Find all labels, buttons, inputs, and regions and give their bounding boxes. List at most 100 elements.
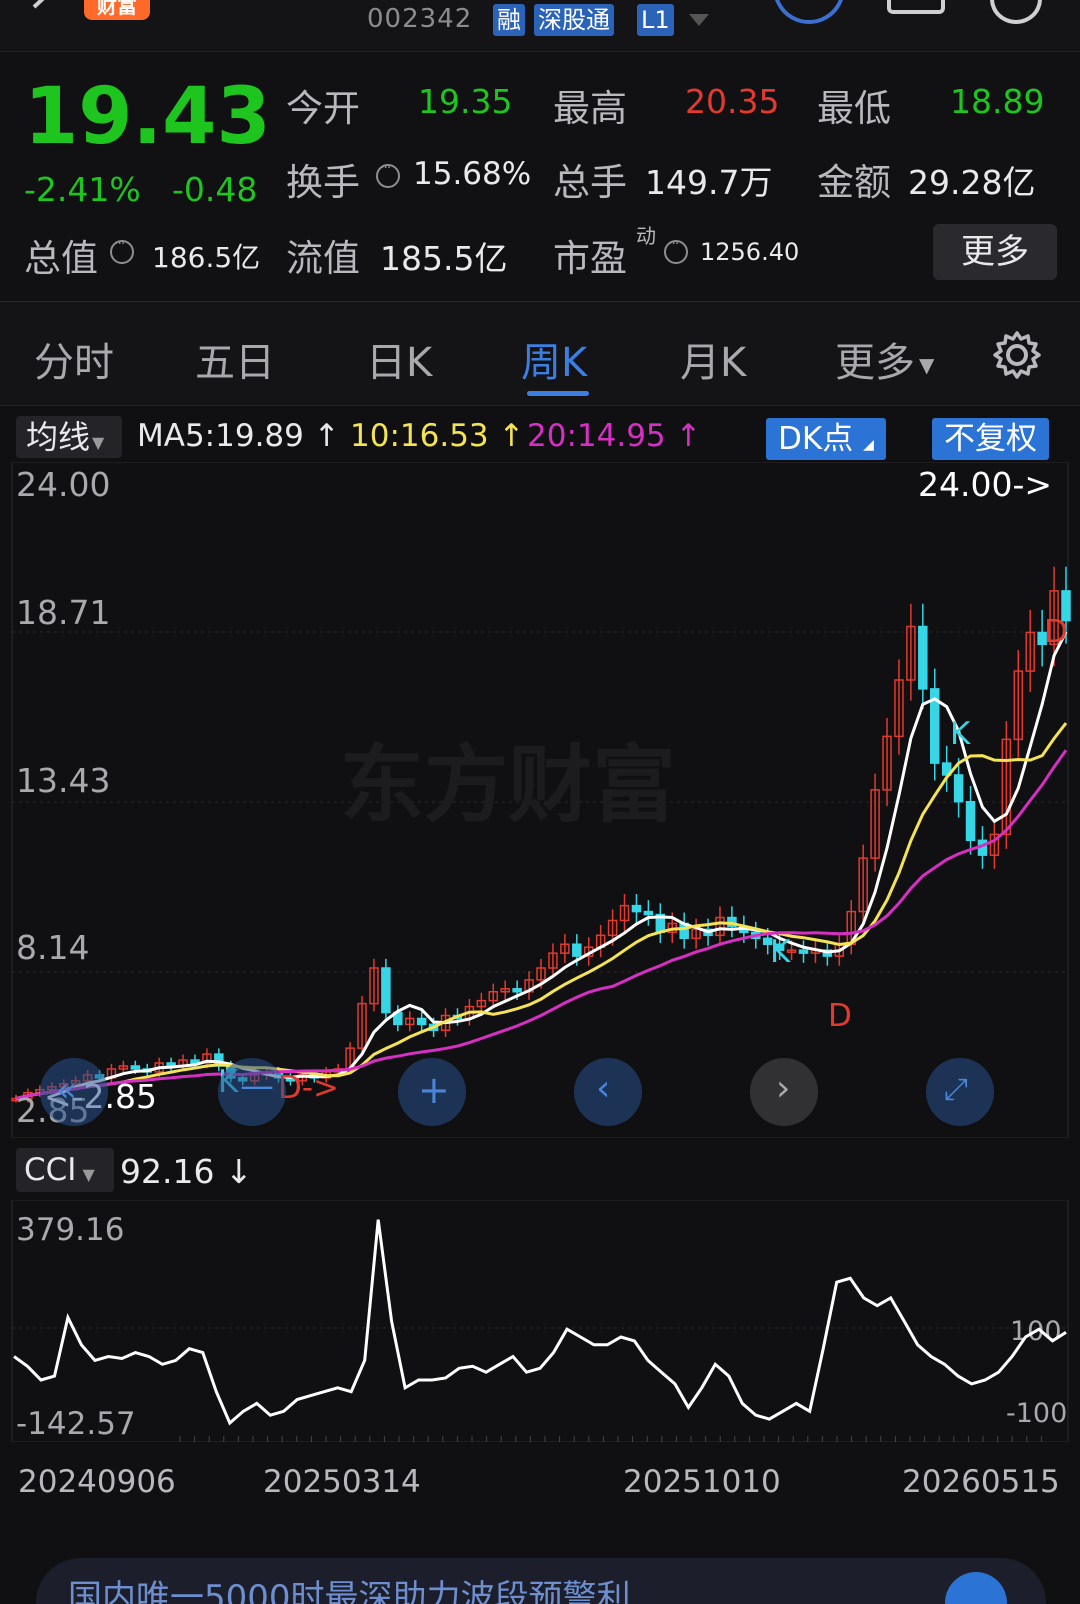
fast-back-button[interactable]: « bbox=[40, 1058, 108, 1126]
brand-badge[interactable]: 财富 bbox=[84, 0, 150, 20]
candle-body bbox=[130, 1065, 141, 1070]
info-icon[interactable] bbox=[376, 160, 400, 188]
change-amount: -0.48 bbox=[172, 170, 258, 209]
high-value: 20.35 bbox=[685, 82, 780, 121]
ma10-text: 10:16.53 bbox=[350, 418, 489, 454]
back-arrow-icon[interactable] bbox=[26, 0, 56, 22]
ma20-text: 20:14.95 bbox=[527, 418, 666, 454]
zoom-in-button[interactable]: + bbox=[398, 1058, 466, 1126]
quote-panel: 19.43 -2.41% -0.48 今开 19.35 最高 20.35 最低 … bbox=[0, 52, 1080, 302]
candle-body bbox=[381, 967, 391, 1014]
tab-five-day[interactable]: 五日 bbox=[195, 330, 275, 388]
market-cap-label: 总值 bbox=[24, 237, 98, 280]
tab-more-label: 更多 bbox=[835, 340, 915, 386]
candle-body bbox=[631, 904, 642, 913]
minus-icon: — bbox=[240, 1066, 274, 1106]
low-value: 18.89 bbox=[950, 82, 1045, 121]
stock-code: 002342 bbox=[367, 4, 473, 34]
margin-tag: 融 bbox=[493, 4, 525, 36]
high-label: 最高 bbox=[553, 87, 627, 130]
chevron-right-icon: › bbox=[776, 1068, 791, 1109]
candle-body bbox=[416, 1017, 427, 1026]
cci-indicator-select[interactable]: CCI ▼ bbox=[16, 1148, 114, 1192]
expand-icon: ⤢ bbox=[944, 1072, 968, 1107]
date-label: 20240906 bbox=[18, 1464, 176, 1500]
indicator-select[interactable]: 均线 ▼ bbox=[16, 416, 122, 458]
period-tabs: 分时 五日 日K 周K 月K 更多 ▼ bbox=[0, 302, 1080, 406]
ma10-value: 10:16.53 ↑ bbox=[350, 418, 524, 454]
caret-down-icon: ▼ bbox=[82, 1165, 95, 1184]
pe-label: 市盈 bbox=[553, 237, 627, 280]
candle-body bbox=[512, 988, 522, 993]
fullscreen-button[interactable]: ⤢ bbox=[926, 1058, 994, 1126]
tab-daily-k[interactable]: 日K bbox=[366, 330, 432, 388]
cci-axis-label: -100 bbox=[1006, 1398, 1067, 1429]
date-label: 20250314 bbox=[263, 1464, 421, 1500]
open-value: 19.35 bbox=[418, 82, 513, 121]
dk-marker-k: K bbox=[950, 716, 971, 752]
scroll-left-button[interactable]: ‹ bbox=[574, 1058, 642, 1126]
watermark: 东方财富 bbox=[340, 736, 676, 834]
dk-marker-k: K bbox=[770, 934, 791, 970]
dk-point-button[interactable]: DK点 ◢ bbox=[766, 418, 886, 460]
tab-more[interactable]: 更多 ▼ bbox=[835, 330, 934, 388]
float-cap-label: 流值 bbox=[286, 237, 360, 280]
ma5-value: MA5:19.89 ↑ bbox=[137, 418, 340, 454]
info-icon[interactable] bbox=[664, 236, 688, 264]
volume-value: 149.7万 bbox=[645, 163, 773, 202]
arrow-down-icon: ↓ bbox=[224, 1152, 253, 1191]
date-axis: 20240906 20250314 20251010 20260515 bbox=[0, 1442, 1080, 1512]
tab-weekly-k[interactable]: 周K bbox=[521, 330, 587, 388]
caret-down-icon: ▼ bbox=[92, 433, 105, 452]
turnover-value: 15.68% bbox=[413, 156, 532, 192]
promo-banner[interactable]: 国内唯一5000时最深助力波段预警利 bbox=[0, 1512, 1080, 1604]
kline-chart[interactable]: 东方财富 24.00 18.71 13.43 8.14 2.85 24.00->… bbox=[0, 462, 1080, 1138]
message-icon[interactable] bbox=[887, 0, 945, 14]
current-price: 19.43 bbox=[24, 72, 271, 162]
amount-label: 金额 bbox=[817, 161, 891, 204]
turnover-label: 换手 bbox=[286, 161, 360, 204]
active-tab-indicator bbox=[527, 391, 589, 396]
arrow-up-icon: ↑ bbox=[313, 418, 340, 454]
cci-chart[interactable]: 379.16 100 -100 -142.57 bbox=[0, 1200, 1080, 1442]
candle-body bbox=[572, 943, 582, 957]
cci-select-label: CCI bbox=[24, 1152, 77, 1188]
dropdown-arrow-icon[interactable] bbox=[689, 14, 709, 26]
candle-body bbox=[918, 625, 928, 690]
candle-body bbox=[965, 800, 976, 842]
change-percent: -2.41% bbox=[24, 170, 141, 209]
float-cap-value: 185.5亿 bbox=[380, 239, 508, 278]
cci-value-text: 92.16 bbox=[120, 1152, 215, 1191]
max-price-marker: 24.00-> bbox=[918, 465, 1052, 504]
price-axis-label: 24.00 bbox=[16, 465, 110, 504]
candle-body bbox=[953, 774, 964, 803]
info-icon[interactable] bbox=[110, 236, 134, 264]
arrow-up-icon: ↑ bbox=[498, 418, 525, 454]
stock-connect-tag: 深股通 bbox=[534, 4, 614, 36]
amount-value: 29.28亿 bbox=[908, 163, 1036, 202]
market-cap-value: 186.5亿 bbox=[152, 241, 261, 274]
gear-icon[interactable] bbox=[992, 330, 1042, 380]
dk-marker-d: D bbox=[828, 998, 852, 1034]
no-adjustment-button[interactable]: 不复权 bbox=[932, 418, 1049, 460]
zoom-out-button[interactable]: — bbox=[218, 1058, 286, 1126]
refresh-icon[interactable] bbox=[773, 0, 845, 24]
caret-down-icon: ▼ bbox=[919, 353, 935, 377]
tab-monthly-k[interactable]: 月K bbox=[680, 330, 746, 388]
date-label: 20260515 bbox=[902, 1464, 1060, 1500]
corner-triangle-icon: ◢ bbox=[863, 437, 874, 453]
plus-icon: + bbox=[418, 1068, 450, 1112]
tab-intraday[interactable]: 分时 bbox=[34, 330, 114, 388]
search-icon[interactable] bbox=[990, 0, 1042, 24]
dk-point-label: DK点 bbox=[778, 421, 854, 457]
ma20-value: 20:14.95 ↑ bbox=[527, 418, 701, 454]
pe-dynamic-superscript: 动 bbox=[636, 224, 656, 248]
dk-marker-d: D bbox=[1044, 614, 1068, 650]
indicator-select-label: 均线 bbox=[26, 418, 91, 456]
cci-value: 92.16 ↓ bbox=[120, 1152, 253, 1191]
promo-text: 国内唯一5000时最深助力波段预警利 bbox=[68, 1578, 631, 1604]
low-label: 最低 bbox=[817, 87, 891, 130]
dk-marker-d: D-> bbox=[278, 1070, 339, 1106]
scroll-right-button[interactable]: › bbox=[750, 1058, 818, 1126]
more-quote-button[interactable]: 更多 bbox=[933, 224, 1057, 280]
